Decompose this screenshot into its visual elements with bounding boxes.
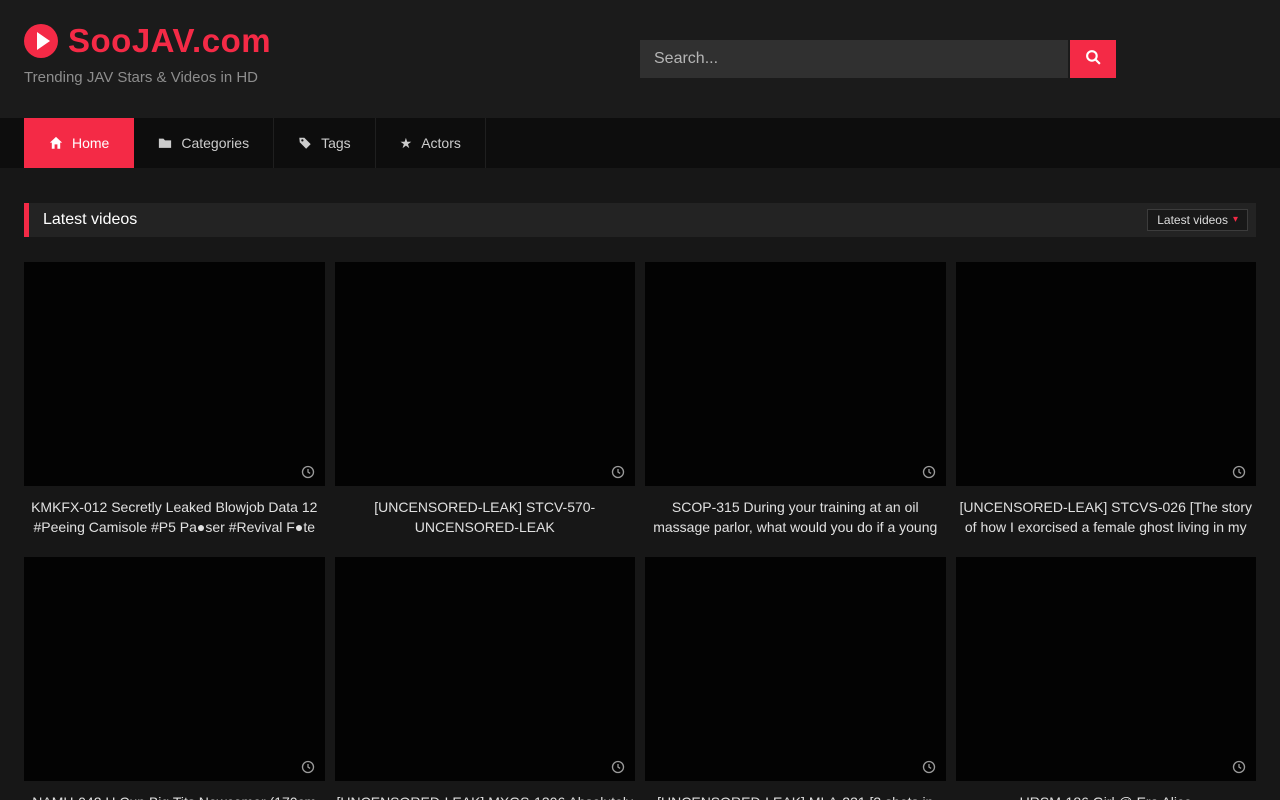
clock-icon	[301, 760, 315, 774]
site-tagline: Trending JAV Stars & Videos in HD	[24, 69, 271, 86]
play-icon	[24, 24, 58, 58]
video-thumbnail[interactable]	[645, 557, 946, 781]
folder-icon	[158, 136, 172, 150]
search-bar	[640, 40, 1116, 78]
search-input[interactable]	[640, 40, 1068, 78]
search-button[interactable]	[1070, 40, 1116, 78]
clock-icon	[922, 760, 936, 774]
video-title[interactable]: [UNCENSORED-LEAK] STCVS-026 [The story o…	[956, 497, 1257, 537]
video-title[interactable]: SCOP-315 During your training at an oil …	[645, 497, 946, 537]
clock-icon	[301, 465, 315, 479]
video-title[interactable]: [UNCENSORED-LEAK] MXGS-1306 Absolutely	[335, 792, 636, 800]
video-thumbnail[interactable]	[24, 262, 325, 486]
video-title[interactable]: URSM-186 Girl @ Era Alice	[956, 792, 1257, 800]
main-nav: Home Categories Tags ★ Actors	[0, 118, 1280, 168]
video-thumbnail[interactable]	[645, 262, 946, 486]
video-thumbnail[interactable]	[956, 557, 1257, 781]
tag-icon	[298, 136, 312, 150]
video-card[interactable]: [UNCENSORED-LEAK] STCV-570-UNCENSORED-LE…	[335, 262, 636, 537]
nav-item-tags[interactable]: Tags	[274, 118, 376, 168]
section-title: Latest videos	[43, 211, 137, 229]
star-icon: ★	[400, 136, 413, 150]
logo-block: SooJAV.com Trending JAV Stars & Videos i…	[24, 22, 271, 86]
video-card[interactable]: [UNCENSORED-LEAK] MXGS-1306 Absolutely	[335, 557, 636, 800]
video-grid: KMKFX-012 Secretly Leaked Blowjob Data 1…	[24, 262, 1256, 800]
nav-item-label: Categories	[181, 135, 249, 151]
video-thumbnail[interactable]	[335, 557, 636, 781]
nav-item-label: Tags	[321, 135, 351, 151]
clock-icon	[1232, 760, 1246, 774]
video-title[interactable]: [UNCENSORED-LEAK] MLA-231 [3 shots in	[645, 792, 946, 800]
video-card[interactable]: URSM-186 Girl @ Era Alice	[956, 557, 1257, 800]
clock-icon	[611, 465, 625, 479]
site-logo[interactable]: SooJAV.com	[24, 22, 271, 60]
nav-item-label: Actors	[421, 135, 461, 151]
home-icon	[49, 136, 63, 150]
sort-dropdown[interactable]: Latest videos ▾	[1147, 209, 1248, 231]
caret-down-icon: ▾	[1233, 215, 1238, 225]
video-card[interactable]: NAMH-042 H Cup Big Tits Newcomer (170cm …	[24, 557, 325, 800]
nav-item-categories[interactable]: Categories	[134, 118, 274, 168]
search-icon	[1085, 49, 1102, 69]
clock-icon	[922, 465, 936, 479]
nav-item-actors[interactable]: ★ Actors	[376, 118, 486, 168]
video-card[interactable]: [UNCENSORED-LEAK] MLA-231 [3 shots in	[645, 557, 946, 800]
site-title: SooJAV.com	[68, 22, 271, 60]
video-title[interactable]: KMKFX-012 Secretly Leaked Blowjob Data 1…	[24, 497, 325, 537]
video-card[interactable]: KMKFX-012 Secretly Leaked Blowjob Data 1…	[24, 262, 325, 537]
video-thumbnail[interactable]	[956, 262, 1257, 486]
video-card[interactable]: [UNCENSORED-LEAK] STCVS-026 [The story o…	[956, 262, 1257, 537]
clock-icon	[1232, 465, 1246, 479]
nav-item-label: Home	[72, 135, 109, 151]
sort-dropdown-label: Latest videos	[1157, 213, 1228, 227]
nav-item-home[interactable]: Home	[24, 118, 134, 168]
latest-videos-header: Latest videos Latest videos ▾	[24, 203, 1256, 237]
video-card[interactable]: SCOP-315 During your training at an oil …	[645, 262, 946, 537]
video-title[interactable]: NAMH-042 H Cup Big Tits Newcomer (170cm …	[24, 792, 325, 800]
video-thumbnail[interactable]	[335, 262, 636, 486]
clock-icon	[611, 760, 625, 774]
video-thumbnail[interactable]	[24, 557, 325, 781]
video-title[interactable]: [UNCENSORED-LEAK] STCV-570-UNCENSORED-LE…	[335, 497, 636, 537]
site-header: SooJAV.com Trending JAV Stars & Videos i…	[0, 0, 1280, 118]
